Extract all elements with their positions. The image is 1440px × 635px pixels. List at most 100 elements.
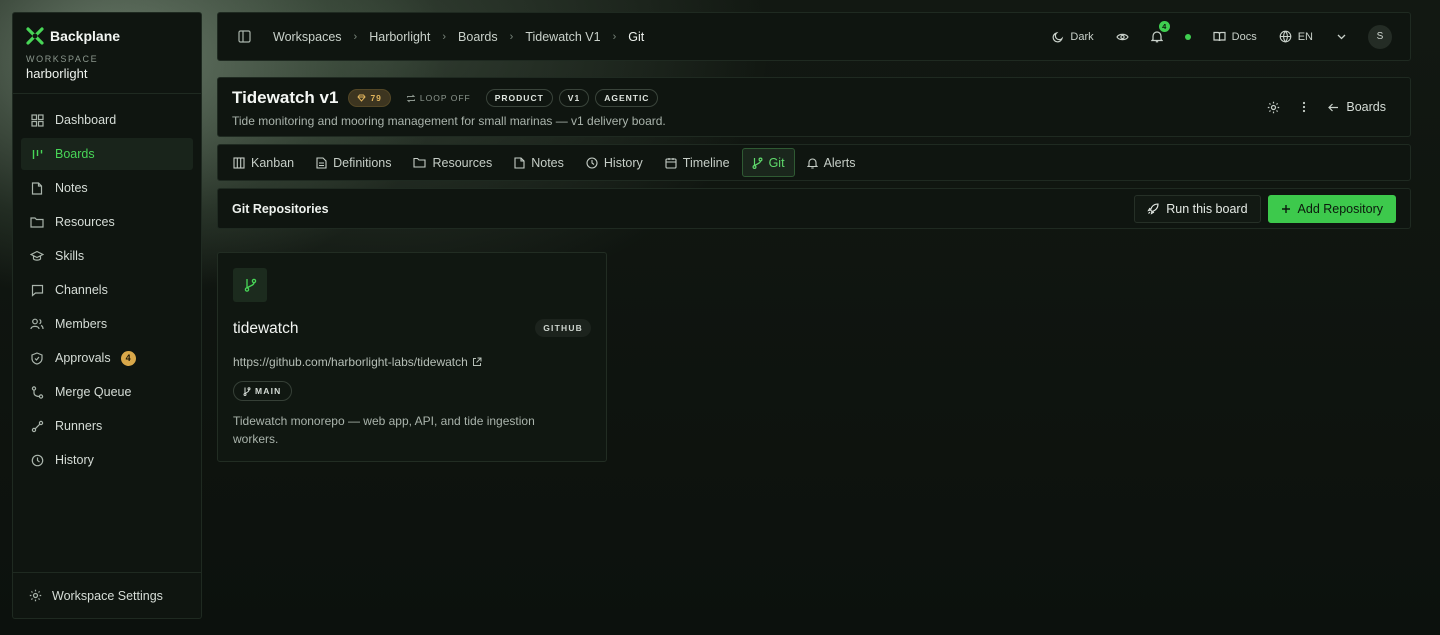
topbar: Workspaces › Harborlight › Boards › Tide… (217, 12, 1411, 61)
note-icon (514, 156, 525, 169)
branch-badge: MAIN (233, 381, 292, 401)
sidebar-item-channels[interactable]: Channels (21, 274, 193, 306)
gear-icon (29, 589, 42, 602)
board-description: Tide monitoring and mooring management f… (232, 114, 666, 128)
back-label: Boards (1346, 100, 1386, 114)
note-icon (29, 181, 45, 195)
chevron-right-icon: › (442, 30, 447, 43)
board-settings-icon[interactable] (1267, 101, 1280, 114)
sidebar-item-label: Approvals (55, 351, 111, 365)
tab-label: Definitions (333, 155, 392, 170)
add-repository-button[interactable]: Add Repository (1267, 194, 1396, 223)
notifications-button[interactable]: 4 (1150, 21, 1170, 43)
document-icon (316, 156, 327, 169)
sidebar-item-skills[interactable]: Skills (21, 240, 193, 272)
users-icon (29, 318, 45, 330)
timeline-icon (665, 157, 677, 169)
sidebar-item-label: Notes (55, 181, 88, 195)
tab-kanban[interactable]: Kanban (223, 148, 304, 177)
tab-notes[interactable]: Notes (504, 148, 574, 177)
breadcrumb-boards[interactable]: Boards (458, 30, 498, 44)
sidebar-toggle-icon[interactable] (238, 30, 251, 43)
sidebar-item-members[interactable]: Members (21, 308, 193, 340)
sidebar-item-runners[interactable]: Runners (21, 410, 193, 442)
theme-label: Dark (1070, 30, 1094, 43)
breadcrumb-harborlight[interactable]: Harborlight (369, 30, 430, 44)
tab-label: Timeline (682, 155, 730, 170)
repository-card[interactable]: tidewatch GITHUB https://github.com/harb… (217, 252, 607, 462)
loop-status[interactable]: LOOP OFF (397, 89, 480, 107)
section-title: Git Repositories (232, 201, 329, 216)
runner-icon (29, 420, 45, 433)
breadcrumb-current: Git (628, 29, 645, 44)
tag-v1: V1 (558, 89, 590, 107)
sidebar-item-history[interactable]: History (21, 444, 193, 476)
board-header: Tidewatch v1 79 LOOP OFF PRODUCT V1 AGEN… (217, 77, 1411, 137)
breadcrumb-workspaces[interactable]: Workspaces (273, 30, 342, 44)
brand[interactable]: Backplane (13, 13, 201, 45)
workspace-settings-label: Workspace Settings (52, 588, 163, 603)
eye-icon (1115, 32, 1129, 42)
workspace-name[interactable]: harborlight (13, 64, 201, 94)
sidebar-item-label: Members (55, 317, 108, 331)
graduation-cap-icon (29, 250, 45, 262)
tab-resources[interactable]: Resources (403, 148, 502, 177)
approvals-badge: 4 (120, 350, 136, 366)
tab-git[interactable]: Git (741, 148, 795, 177)
tab-label: History (603, 155, 643, 170)
tab-label: Notes (531, 155, 564, 170)
sidebar-item-label: Merge Queue (55, 385, 132, 399)
theme-toggle[interactable]: Dark (1052, 30, 1094, 43)
repository-description: Tidewatch monorepo — web app, API, and t… (233, 414, 535, 446)
preview-button[interactable] (1115, 32, 1129, 42)
sidebar-item-label: Runners (55, 419, 103, 433)
sidebar-item-label: Resources (55, 215, 115, 229)
tab-timeline[interactable]: Timeline (655, 148, 740, 177)
bell-icon (806, 157, 818, 169)
topbar-actions: Dark 4 Docs EN S (1052, 21, 1392, 49)
avatar[interactable]: S (1368, 24, 1392, 49)
grid-icon (29, 113, 45, 127)
folder-icon (29, 216, 45, 228)
book-icon (1213, 31, 1226, 42)
chevron-right-icon: › (353, 30, 358, 43)
docs-link[interactable]: Docs (1213, 31, 1257, 43)
more-vertical-icon[interactable] (1302, 101, 1306, 113)
clock-icon (586, 156, 598, 169)
sidebar-item-merge-queue[interactable]: Merge Queue (21, 376, 193, 408)
sidebar-item-resources[interactable]: Resources (21, 206, 193, 238)
status-dot (1184, 33, 1191, 40)
moon-icon (1052, 31, 1064, 43)
sidebar-item-approvals[interactable]: Approvals 4 (21, 342, 193, 374)
sidebar-item-notes[interactable]: Notes (21, 172, 193, 204)
plus-icon (1281, 204, 1291, 214)
language-select[interactable]: EN (1279, 30, 1346, 43)
git-repositories-header: Git Repositories Run this board Add Repo… (217, 188, 1411, 229)
sidebar-item-dashboard[interactable]: Dashboard (21, 104, 193, 136)
git-branch-icon (243, 386, 251, 396)
tab-history[interactable]: History (576, 148, 653, 177)
tag-agentic: AGENTIC (595, 89, 659, 107)
shield-icon (29, 351, 45, 365)
repository-url-link[interactable]: https://github.com/harborlight-labs/tide… (233, 355, 482, 369)
sidebar-item-label: Channels (55, 283, 108, 297)
chevron-right-icon: › (612, 30, 617, 43)
sidebar-item-label: Boards (55, 147, 95, 161)
tab-definitions[interactable]: Definitions (306, 148, 401, 177)
sidebar-item-boards[interactable]: Boards (21, 138, 193, 170)
workspace-settings-link[interactable]: Workspace Settings (13, 572, 201, 618)
run-board-button[interactable]: Run this board (1134, 194, 1261, 223)
sidebar-item-label: Skills (55, 249, 85, 263)
arrow-left-icon (1328, 103, 1339, 112)
repository-name: tidewatch (233, 320, 299, 337)
tag-product: PRODUCT (485, 89, 553, 107)
sidebar-item-label: History (55, 453, 94, 467)
workspace-label: WORKSPACE (26, 54, 99, 64)
back-to-boards-button[interactable]: Boards (1328, 100, 1386, 114)
breadcrumb-board[interactable]: Tidewatch V1 (525, 30, 600, 44)
tab-alerts[interactable]: Alerts (797, 148, 866, 177)
backplane-logo-icon (26, 27, 44, 45)
kanban-icon (233, 156, 245, 169)
branch-name: MAIN (255, 386, 282, 396)
external-link-icon (472, 357, 482, 367)
